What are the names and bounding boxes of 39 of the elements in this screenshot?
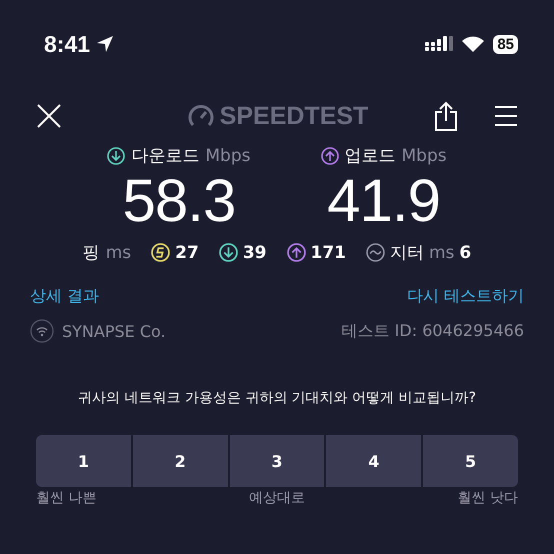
rating-option[interactable]: 4 <box>326 435 422 487</box>
jitter-unit: ms <box>429 242 454 262</box>
rating-option[interactable]: 2 <box>132 435 228 487</box>
scale-label: 훨씬 나쁜 <box>36 489 96 507</box>
metric-unit: Mbps <box>205 146 250 166</box>
close-icon[interactable] <box>36 103 62 129</box>
menu-icon[interactable] <box>494 105 518 127</box>
details-link[interactable]: 상세 결과 <box>30 286 100 307</box>
location-arrow-icon <box>96 35 114 53</box>
rating-option[interactable]: 5 <box>423 435 518 487</box>
wifi-icon <box>461 35 486 53</box>
jitter-label: 지터 <box>390 242 424 264</box>
metric-unit: Mbps <box>402 146 447 166</box>
metric-value: 41.9 <box>327 167 440 235</box>
share-icon[interactable] <box>434 101 458 131</box>
survey-question: 귀사의 네트워크 가용성은 귀하의 기대치와 어떻게 비교됩니까? <box>76 389 478 407</box>
ping-label: 핑 <box>82 242 100 264</box>
ping-unit: ms <box>106 242 132 262</box>
signal-icon <box>425 36 454 52</box>
test-id: 테스트 ID: 6046295466 <box>342 320 524 342</box>
retest-link[interactable]: 다시 테스트하기 <box>406 286 524 307</box>
provider-name: SYNAPSE Co. <box>62 322 166 340</box>
ping-value: 39 <box>242 242 266 262</box>
rating-option[interactable]: 3 <box>230 435 324 487</box>
jitter-icon <box>366 243 385 262</box>
battery-icon: 85 <box>493 34 518 54</box>
scale-label: 예상대로 <box>249 489 305 507</box>
jitter-value: 6 <box>459 242 472 262</box>
metric-label: 다운로드 <box>131 145 200 167</box>
wifi-icon <box>30 319 54 343</box>
gauge-icon <box>188 103 214 129</box>
ping-value: 27 <box>175 242 199 262</box>
scale-label: 훨씬 낫다 <box>458 489 518 507</box>
metric-label: 업로드 <box>344 145 396 167</box>
app-logo: SPEEDTEST <box>220 102 368 130</box>
metric-value: 58.3 <box>122 167 236 235</box>
rating-option[interactable]: 1 <box>36 435 131 487</box>
clock-time: 8:41 <box>44 30 90 58</box>
ping-value: 171 <box>310 242 346 262</box>
